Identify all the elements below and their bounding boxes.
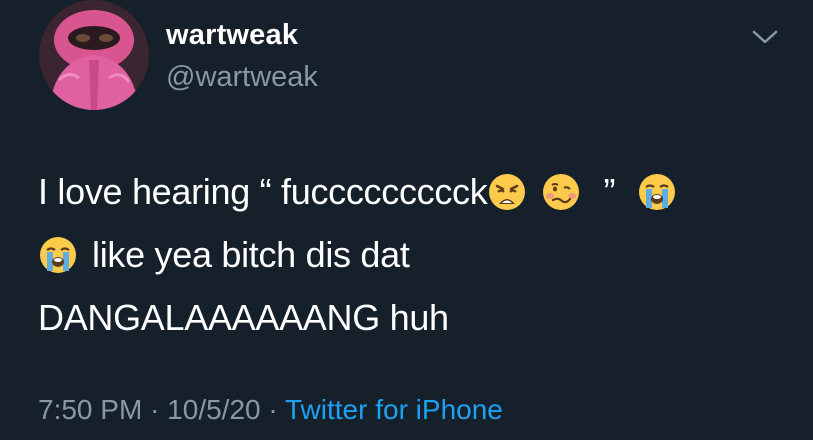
loudly-crying-face-emoji-icon bbox=[38, 235, 78, 275]
chevron-down-icon[interactable] bbox=[748, 25, 782, 49]
user-handle[interactable]: @wartweak bbox=[166, 60, 318, 94]
loudly-crying-face-emoji-icon bbox=[637, 172, 677, 212]
tweet-source-link[interactable]: Twitter for iPhone bbox=[285, 394, 503, 425]
tweet-text: I love hearing “ fuccccccccck ” like yea… bbox=[38, 160, 798, 349]
tweet-line-3: DANGALAAAAAANG huh bbox=[38, 286, 798, 349]
tweet-time[interactable]: 7:50 PM bbox=[38, 394, 142, 425]
user-info[interactable]: wartweak @wartweak bbox=[166, 18, 318, 94]
tweet-line-1: I love hearing “ fuccccccccck ” bbox=[38, 160, 798, 223]
tweet-text-segment: DANGALAAAAAANG huh bbox=[38, 297, 449, 338]
meta-separator: · bbox=[150, 394, 160, 425]
weary-face-emoji-icon bbox=[487, 172, 527, 212]
woozy-face-emoji-icon bbox=[541, 172, 581, 212]
avatar[interactable] bbox=[39, 0, 149, 110]
tweet-line-2: like yea bitch dis dat bbox=[38, 223, 798, 286]
avatar-image bbox=[39, 0, 149, 110]
tweet-meta: 7:50 PM · 10/5/20 · Twitter for iPhone bbox=[38, 392, 503, 428]
tweet-date[interactable]: 10/5/20 bbox=[167, 394, 260, 425]
display-name[interactable]: wartweak bbox=[166, 18, 318, 52]
meta-separator: · bbox=[268, 394, 278, 425]
tweet-text-segment: ” bbox=[603, 171, 616, 212]
tweet-text-segment: like yea bitch dis dat bbox=[92, 234, 410, 275]
tweet-card: wartweak @wartweak I love hearing “ fucc… bbox=[0, 0, 813, 440]
tweet-text-segment: I love hearing “ fuccccccccck bbox=[38, 171, 488, 212]
